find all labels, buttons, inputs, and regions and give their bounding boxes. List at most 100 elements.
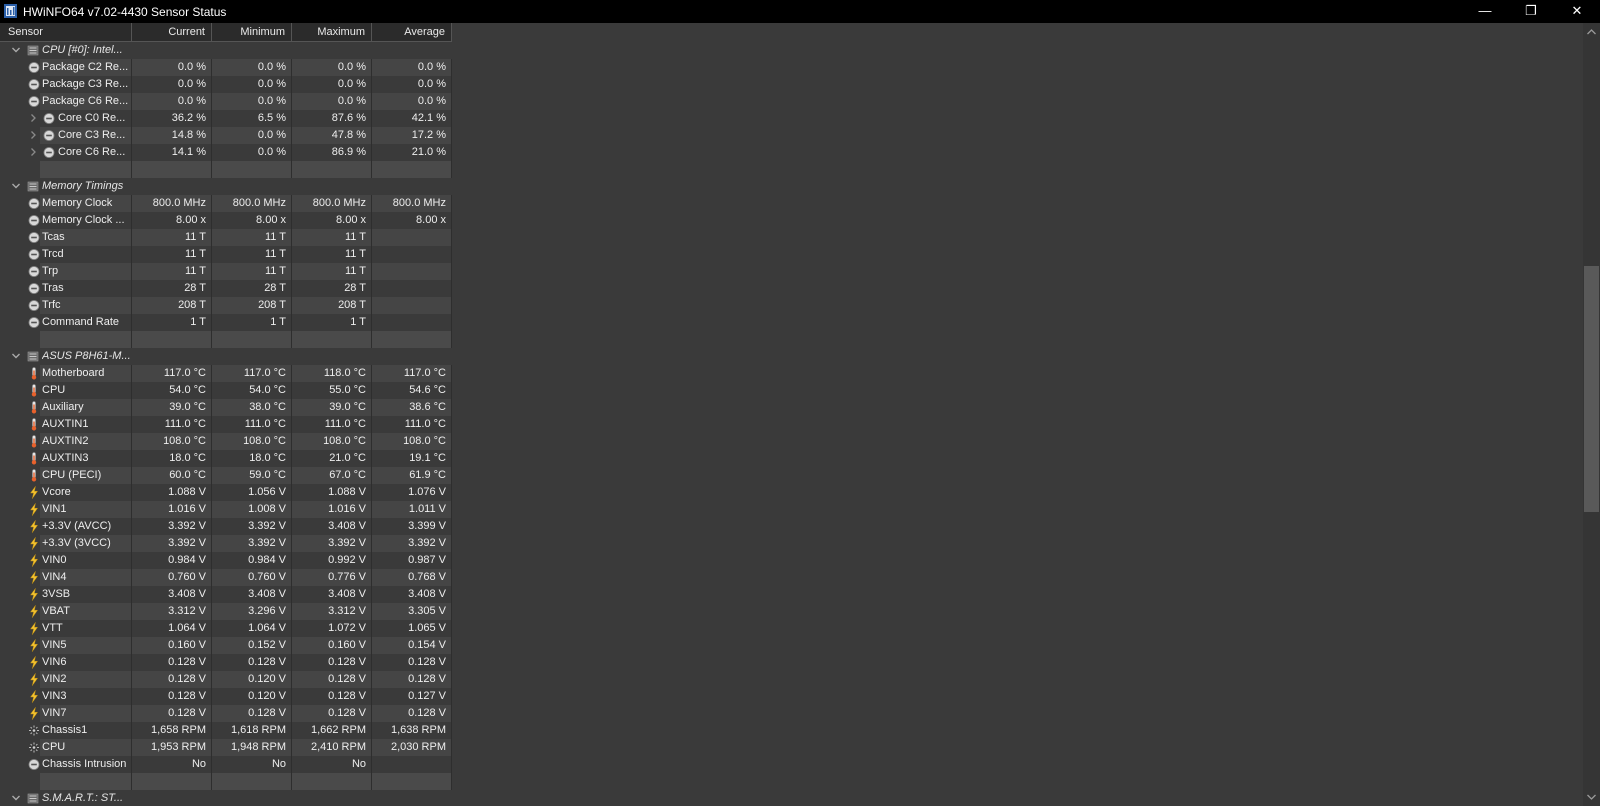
table-row[interactable]: AUXTIN3 18.0 °C 18.0 °C 21.0 °C 19.1 °C: [0, 450, 452, 467]
average-value: 8.00 x: [416, 214, 446, 226]
table-row[interactable]: VIN2 0.128 V 0.120 V 0.128 V 0.128 V: [0, 671, 452, 688]
table-row[interactable]: AUXTIN1 111.0 °C 111.0 °C 111.0 °C 111.0 °C: [0, 416, 452, 433]
sensor-label: Memory Clock ...: [42, 214, 125, 226]
table-row[interactable]: VIN0 0.984 V 0.984 V 0.992 V 0.987 V: [0, 552, 452, 569]
minimum-value: 1 T: [270, 316, 286, 328]
chevron-down-icon[interactable]: [10, 792, 22, 804]
sensor-group-row[interactable]: CPU [#0]: Intel...: [0, 42, 452, 59]
table-row[interactable]: CPU (PECI) 60.0 °C 59.0 °C 67.0 °C 61.9 °C: [0, 467, 452, 484]
table-row[interactable]: Auxiliary 39.0 °C 38.0 °C 39.0 °C 38.6 °C: [0, 399, 452, 416]
table-row[interactable]: VIN4 0.760 V 0.760 V 0.776 V 0.768 V: [0, 569, 452, 586]
average-value: 38.6 °C: [409, 401, 446, 413]
column-divider: [451, 654, 452, 671]
clock-icon: [28, 265, 40, 278]
table-row[interactable]: VIN3 0.128 V 0.120 V 0.128 V 0.127 V: [0, 688, 452, 705]
chevron-down-icon[interactable]: [10, 44, 22, 56]
table-row[interactable]: CPU 54.0 °C 54.0 °C 55.0 °C 54.6 °C: [0, 382, 452, 399]
minimize-button[interactable]: —: [1462, 0, 1508, 23]
average-value: 0.154 V: [408, 639, 446, 651]
fan-icon: [28, 724, 40, 737]
table-row[interactable]: VBAT 3.312 V 3.296 V 3.312 V 3.305 V: [0, 603, 452, 620]
chevron-down-icon[interactable]: [10, 350, 22, 362]
chevron-right-icon[interactable]: [28, 146, 38, 158]
sensor-label: VIN5: [42, 639, 67, 651]
maximum-value: 0.776 V: [328, 571, 366, 583]
table-row[interactable]: Core C0 Re... 36.2 % 6.5 % 87.6 % 42.1 %: [0, 110, 452, 127]
table-row[interactable]: AUXTIN2 108.0 °C 108.0 °C 108.0 °C 108.0 °C: [0, 433, 452, 450]
app-icon: [4, 4, 17, 18]
scroll-up-arrow-icon[interactable]: [1584, 25, 1599, 39]
table-row[interactable]: Package C2 Re... 0.0 % 0.0 % 0.0 % 0.0 %: [0, 59, 452, 76]
lightning-icon: [28, 707, 40, 720]
column-divider: [291, 773, 292, 790]
clock-icon: [28, 299, 40, 312]
chevron-down-icon[interactable]: [10, 180, 22, 192]
sensor-group-label: S.M.A.R.T.: ST...: [42, 792, 124, 804]
table-row[interactable]: +3.3V (3VCC) 3.392 V 3.392 V 3.392 V 3.392 V: [0, 535, 452, 552]
table-row[interactable]: VTT 1.064 V 1.064 V 1.072 V 1.065 V: [0, 620, 452, 637]
column-divider: [371, 331, 372, 348]
table-row[interactable]: Package C6 Re... 0.0 % 0.0 % 0.0 % 0.0 %: [0, 93, 452, 110]
average-value: 42.1 %: [411, 112, 446, 124]
chevron-right-icon[interactable]: [28, 112, 38, 124]
table-row[interactable]: VIN6 0.128 V 0.128 V 0.128 V 0.128 V: [0, 654, 452, 671]
sensor-group-row[interactable]: ASUS P8H61-M...: [0, 348, 452, 365]
table-row[interactable]: Chassis Intrusion No No No: [0, 756, 452, 773]
table-row[interactable]: VIN5 0.160 V 0.152 V 0.160 V 0.154 V: [0, 637, 452, 654]
restore-button[interactable]: ❐: [1508, 0, 1554, 23]
column-divider: [451, 773, 452, 790]
current-value: 117.0 °C: [163, 367, 206, 379]
minimum-value: 59.0 °C: [249, 469, 286, 481]
table-row[interactable]: Trfc 208 T 208 T 208 T: [0, 297, 452, 314]
minimum-value: 0.760 V: [248, 571, 286, 583]
column-header-current[interactable]: Current: [132, 23, 212, 41]
current-value: 1,953 RPM: [150, 741, 206, 753]
column-divider: [451, 535, 452, 552]
table-row[interactable]: Chassis1 1,658 RPM 1,618 RPM 1,662 RPM 1,638…: [0, 722, 452, 739]
minimum-value: 11 T: [265, 248, 286, 260]
table-row[interactable]: VIN1 1.016 V 1.008 V 1.016 V 1.011 V: [0, 501, 452, 518]
column-header-average[interactable]: Average: [372, 23, 452, 41]
current-value: 0.128 V: [168, 656, 206, 668]
table-row[interactable]: Command Rate 1 T 1 T 1 T: [0, 314, 452, 331]
table-row[interactable]: Tcas 11 T 11 T 11 T: [0, 229, 452, 246]
chevron-right-icon[interactable]: [28, 129, 38, 141]
clock-icon: [28, 231, 40, 244]
table-row[interactable]: VIN7 0.128 V 0.128 V 0.128 V 0.128 V: [0, 705, 452, 722]
close-button[interactable]: ✕: [1554, 0, 1600, 23]
table-row[interactable]: Motherboard 117.0 °C 117.0 °C 118.0 °C 117.0…: [0, 365, 452, 382]
column-divider: [451, 382, 452, 399]
column-divider: [371, 161, 372, 178]
sensor-group-row[interactable]: S.M.A.R.T.: ST...: [0, 790, 452, 806]
table-row[interactable]: Core C3 Re... 14.8 % 0.0 % 47.8 % 17.2 %: [0, 127, 452, 144]
column-header-maximum[interactable]: Maximum: [292, 23, 372, 41]
column-header-minimum[interactable]: Minimum: [212, 23, 292, 41]
average-value: 3.399 V: [408, 520, 446, 532]
table-row[interactable]: Package C3 Re... 0.0 % 0.0 % 0.0 % 0.0 %: [0, 76, 452, 93]
table-row[interactable]: Memory Clock 800.0 MHz 800.0 MHz 800.0 MHz 8…: [0, 195, 452, 212]
sensor-label: VIN2: [42, 673, 67, 685]
column-header-row: Sensor Current Minimum Maximum Average: [0, 23, 452, 42]
lightning-icon: [28, 656, 40, 669]
current-value: 800.0 MHz: [152, 197, 206, 209]
minimum-value: 0.0 %: [257, 78, 286, 90]
table-row[interactable]: Core C6 Re... 14.1 % 0.0 % 86.9 % 21.0 %: [0, 144, 452, 161]
sensor-group-row[interactable]: Memory Timings: [0, 178, 452, 195]
maximum-value: 8.00 x: [336, 214, 366, 226]
table-row[interactable]: Trp 11 T 11 T 11 T: [0, 263, 452, 280]
sensor-label: VIN1: [42, 503, 67, 515]
average-value: 117.0 °C: [403, 367, 446, 379]
table-row[interactable]: 3VSB 3.408 V 3.408 V 3.408 V 3.408 V: [0, 586, 452, 603]
table-row[interactable]: Trcd 11 T 11 T 11 T: [0, 246, 452, 263]
column-header-sensor[interactable]: Sensor: [0, 23, 132, 41]
table-row[interactable]: Tras 28 T 28 T 28 T: [0, 280, 452, 297]
scroll-down-arrow-icon[interactable]: [1584, 790, 1599, 804]
table-row[interactable]: +3.3V (AVCC) 3.392 V 3.392 V 3.408 V 3.399 V: [0, 518, 452, 535]
table-row[interactable]: Vcore 1.088 V 1.056 V 1.088 V 1.076 V: [0, 484, 452, 501]
maximum-value: 21.0 °C: [329, 452, 366, 464]
table-row[interactable]: CPU 1,953 RPM 1,948 RPM 2,410 RPM 2,030 RPM: [0, 739, 452, 756]
lightning-icon: [28, 571, 40, 584]
maximum-value: 0.992 V: [328, 554, 366, 566]
scrollbar-thumb[interactable]: [1584, 266, 1599, 512]
table-row[interactable]: Memory Clock ... 8.00 x 8.00 x 8.00 x 8.00 x: [0, 212, 452, 229]
